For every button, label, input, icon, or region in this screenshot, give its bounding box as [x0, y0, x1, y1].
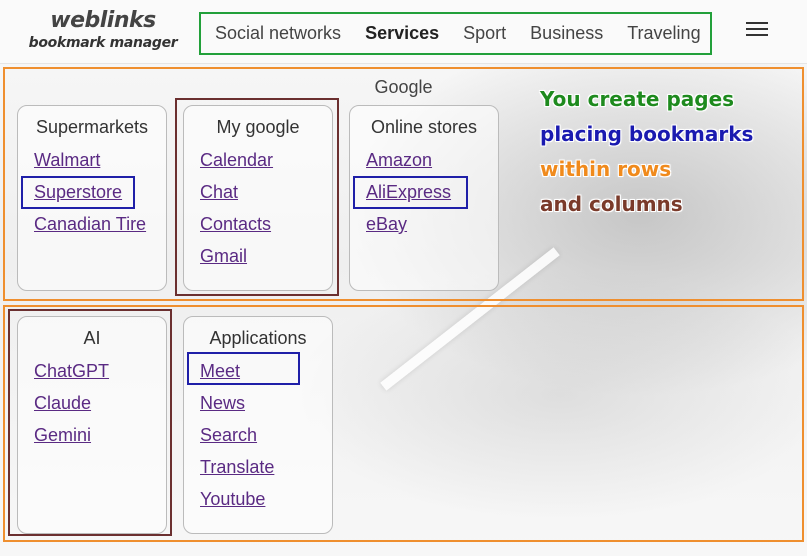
column-applications: Applications Meet News Search Translate …	[183, 316, 333, 534]
link-news[interactable]: News	[200, 393, 245, 413]
link-youtube[interactable]: Youtube	[200, 489, 265, 509]
header: weblinks bookmark manager Social network…	[0, 0, 807, 64]
nav-item-traveling[interactable]: Traveling	[627, 23, 700, 44]
link-walmart[interactable]: Walmart	[34, 150, 100, 170]
nav-item-social-networks[interactable]: Social networks	[215, 23, 341, 44]
link-superstore[interactable]: Superstore	[34, 182, 122, 202]
hamburger-menu-icon[interactable]	[746, 22, 768, 42]
promo-line-4: and columns	[540, 192, 683, 216]
nav-item-business[interactable]: Business	[530, 23, 603, 44]
logo-title: weblinks	[50, 8, 156, 33]
category-nav: Social networks Services Sport Business …	[199, 12, 712, 55]
column-my-google: My google Calendar Chat Contacts Gmail	[183, 105, 333, 291]
column-title: Applications	[209, 328, 307, 348]
link-gemini[interactable]: Gemini	[34, 425, 91, 445]
logo-subtitle: bookmark manager	[28, 35, 178, 51]
link-claude[interactable]: Claude	[34, 393, 91, 413]
link-gmail[interactable]: Gmail	[200, 246, 247, 266]
column-online-stores: Online stores Amazon AliExpress eBay	[349, 105, 499, 291]
link-meet[interactable]: Meet	[200, 361, 240, 381]
nav-item-services[interactable]: Services	[365, 23, 439, 44]
column-supermarkets: Supermarkets Walmart Superstore Canadian…	[17, 105, 167, 291]
column-title: Online stores	[370, 117, 478, 137]
link-contacts[interactable]: Contacts	[200, 214, 271, 234]
link-calendar[interactable]: Calendar	[200, 150, 273, 170]
promo-line-1: You create pages	[540, 87, 735, 111]
link-search[interactable]: Search	[200, 425, 257, 445]
logo[interactable]: weblinks bookmark manager	[28, 8, 178, 52]
bookmark-row-2: AI ChatGPT Claude Gemini Applications Me…	[3, 305, 804, 542]
promo-text: You create pages placing bookmarks withi…	[540, 82, 753, 222]
column-title: AI	[83, 328, 101, 348]
promo-line-2: placing bookmarks	[540, 122, 754, 146]
column-title: Supermarkets	[35, 117, 149, 137]
link-chatgpt[interactable]: ChatGPT	[34, 361, 109, 381]
link-chat[interactable]: Chat	[200, 182, 238, 202]
link-aliexpress[interactable]: AliExpress	[366, 182, 451, 202]
link-translate[interactable]: Translate	[200, 457, 274, 477]
link-amazon[interactable]: Amazon	[366, 150, 432, 170]
link-canadian-tire[interactable]: Canadian Tire	[34, 214, 146, 234]
nav-item-sport[interactable]: Sport	[463, 23, 506, 44]
promo-line-3: within rows	[540, 157, 672, 181]
column-title: My google	[216, 117, 300, 137]
link-ebay[interactable]: eBay	[366, 214, 407, 234]
column-ai: AI ChatGPT Claude Gemini	[17, 316, 167, 534]
